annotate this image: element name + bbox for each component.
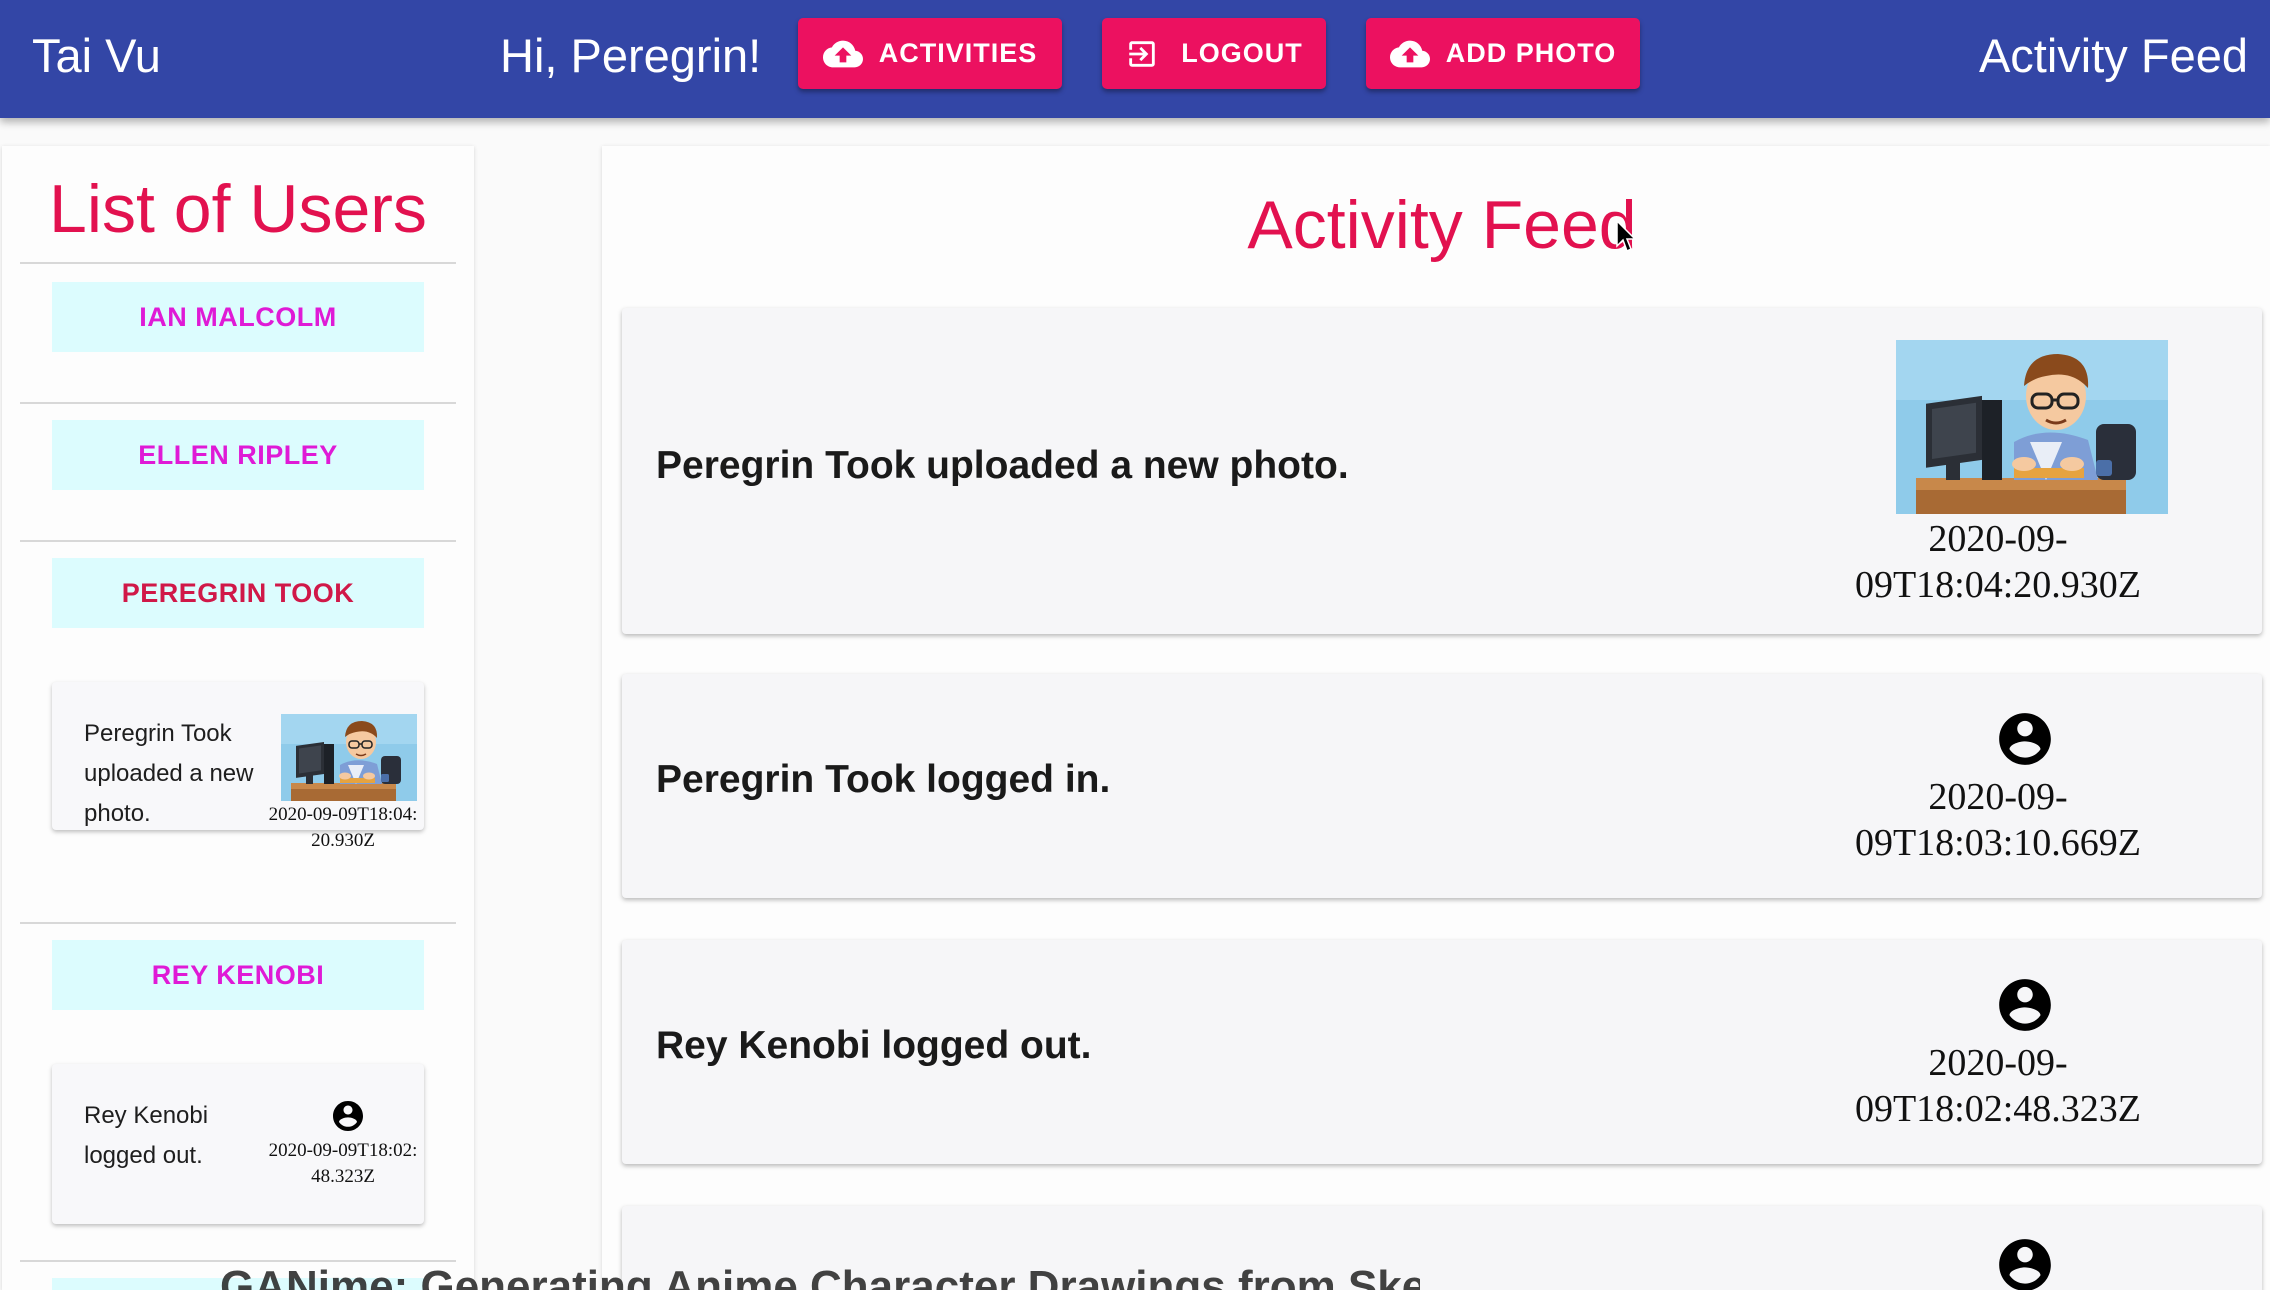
activity-feed-panel: Activity Feed Peregrin Took uploaded a n… <box>602 146 2270 1290</box>
uploaded-photo <box>281 714 417 801</box>
divider <box>20 922 456 924</box>
user-button-rey-kenobi[interactable]: REY KENOBI <box>52 940 424 1010</box>
page-name: Activity Feed <box>1978 29 2248 82</box>
feed-item-text: Peregrin Took uploaded a new photo. <box>656 444 1349 487</box>
add-photo-button-label: ADD PHOTO <box>1445 38 1617 68</box>
uploaded-photo <box>1896 340 2168 514</box>
feed-item-timestamp: 2020-09- 09T18:02:48.323Z <box>1838 1040 2158 1132</box>
feed-title: Activity Feed <box>1247 187 1637 263</box>
feed-item-text: Rey Kenobi logged out. <box>656 1024 1092 1067</box>
cloud-upload-icon <box>823 34 863 74</box>
feed-item-timestamp: 2020-09- 09T18:04:20.930Z <box>1838 516 2158 608</box>
account-circle-icon <box>1994 708 2056 770</box>
logout-button[interactable]: LOGOUT <box>1102 18 1326 89</box>
user-button-ian-malcolm[interactable]: IAN MALCOLM <box>52 282 424 352</box>
divider <box>20 540 456 542</box>
user-button-ellen-ripley[interactable]: ELLEN RIPLEY <box>52 420 424 490</box>
sidebar-title: List of Users <box>49 171 427 247</box>
cloud-upload-icon <box>1390 34 1430 74</box>
account-circle-icon <box>1994 974 2056 1036</box>
timestamp-line: 2020-09- <box>1928 518 2068 560</box>
app-bar: Tai Vu Hi, Peregrin! ACTIVITIES LOGOUT A… <box>0 0 2270 118</box>
divider <box>20 262 456 264</box>
user-activity-card: Peregrin Took uploaded a new photo. 2020… <box>52 682 424 851</box>
timestamp-line: 09T18:03:10.669Z <box>1854 822 2142 864</box>
timestamp-line: 2020-09- <box>1928 776 2068 818</box>
account-circle-icon <box>330 1098 366 1134</box>
activity-text: Peregrin Took uploaded a new photo. <box>84 720 254 827</box>
exit-to-app-icon <box>1129 40 1155 67</box>
greeting-text: Hi, Peregrin! <box>500 29 762 82</box>
brand-name[interactable]: Tai Vu <box>32 28 161 83</box>
feed-item: Peregrin Took uploaded a new photo. 2020… <box>622 308 2262 634</box>
add-photo-button[interactable]: ADD PHOTO <box>1366 18 1640 89</box>
users-sidebar: List of Users IAN MALCOLM ELLEN RIPLEY P… <box>2 146 474 1290</box>
activity-timestamp: 2020-09-09T18:02:48.323Z <box>268 1140 418 1187</box>
timestamp-line: 09T18:02:48.323Z <box>1854 1088 2142 1130</box>
user-button-peregrin-took[interactable]: PEREGRIN TOOK <box>52 558 424 628</box>
activity-timestamp: 2020-09-09T18:04:20.930Z <box>268 804 418 851</box>
activity-text: Rey Kenobi logged out. <box>84 1102 209 1169</box>
user-activity-card: Rey Kenobi logged out. 2020-09-09T18:02:… <box>52 1064 424 1224</box>
timestamp-line: 09T18:04:20.930Z <box>1854 564 2142 606</box>
overlay-caption: GANime: Generating Anime Character Drawi… <box>220 1262 1420 1290</box>
divider <box>20 402 456 404</box>
activities-button-label: ACTIVITIES <box>878 38 1038 68</box>
feed-item: Peregrin Took logged in. 2020-09- 09T18:… <box>622 674 2262 898</box>
activities-button[interactable]: ACTIVITIES <box>798 18 1062 89</box>
mouse-cursor-icon <box>1616 220 1637 253</box>
feed-item-text: Peregrin Took logged in. <box>656 758 1111 801</box>
logout-button-label: LOGOUT <box>1181 38 1303 68</box>
feed-item-timestamp: 2020-09- 09T18:03:10.669Z <box>1838 774 2158 866</box>
timestamp-line: 2020-09- <box>1928 1042 2068 1084</box>
feed-item: Rey Kenobi logged out. 2020-09- 09T18:02… <box>622 940 2262 1164</box>
account-circle-icon <box>1994 1234 2056 1290</box>
